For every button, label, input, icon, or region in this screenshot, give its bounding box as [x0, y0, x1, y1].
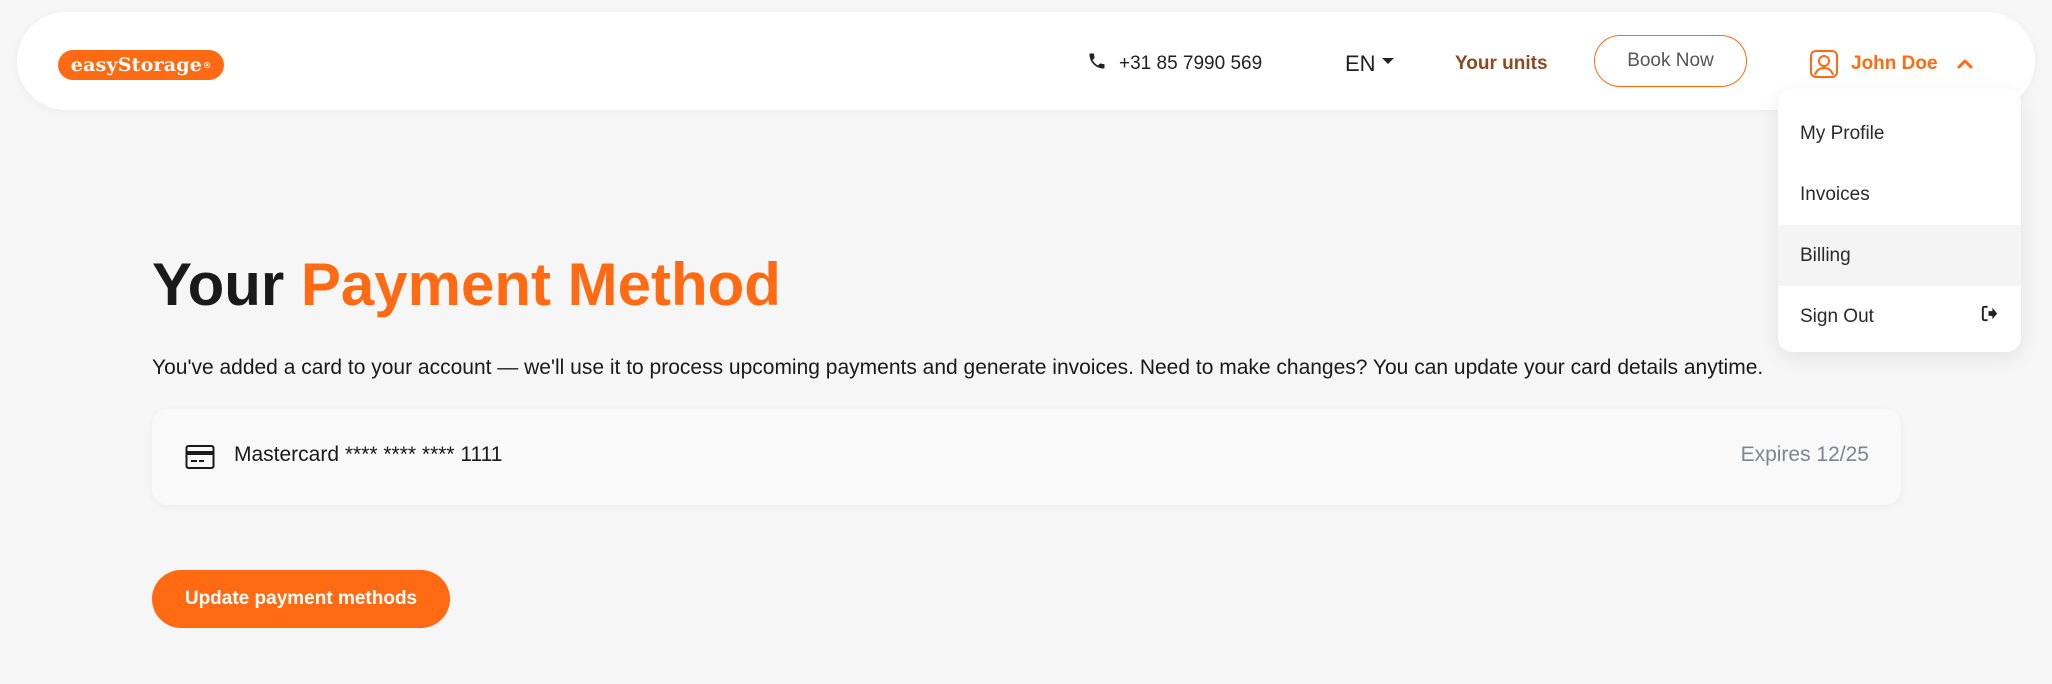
- page-description: You've added a card to your account — we…: [152, 356, 1764, 379]
- menu-item-label: Sign Out: [1800, 305, 1874, 327]
- menu-item-label: Billing: [1800, 244, 1851, 266]
- user-menu-toggle[interactable]: John Doe: [1809, 46, 1974, 82]
- page-title-prefix: Your: [152, 251, 285, 318]
- top-navbar: easyStorage ® +31 85 7990 569 EN Your uni…: [17, 12, 2035, 110]
- language-selector[interactable]: EN: [1345, 50, 1394, 78]
- phone-icon: [1087, 51, 1107, 77]
- credit-card-icon: [185, 444, 215, 470]
- page-title-accent: Payment Method: [300, 251, 781, 318]
- sign-out-icon: [1980, 304, 1999, 329]
- menu-item-invoices[interactable]: Invoices: [1778, 164, 2021, 225]
- menu-item-sign-out[interactable]: Sign Out: [1778, 286, 2021, 347]
- page: easyStorage ® +31 85 7990 569 EN Your uni…: [0, 0, 2052, 684]
- menu-item-my-profile[interactable]: My Profile: [1778, 103, 2021, 164]
- user-avatar-icon: [1809, 49, 1839, 79]
- user-name: John Doe: [1851, 53, 1938, 74]
- book-now-button[interactable]: Book Now: [1594, 35, 1747, 87]
- chevron-up-icon: [1950, 55, 1974, 73]
- user-dropdown-menu: My Profile Invoices Billing Sign Out: [1778, 89, 2021, 352]
- caret-down-icon: [1381, 58, 1394, 64]
- easystorage-logo[interactable]: easyStorage ®: [58, 50, 224, 80]
- menu-item-label: My Profile: [1800, 122, 1885, 144]
- language-label: EN: [1345, 51, 1376, 76]
- phone-link[interactable]: +31 85 7990 569: [1087, 50, 1262, 78]
- card-label: Mastercard **** **** **** 1111: [234, 443, 503, 466]
- card-expiry: Expires 12/25: [1740, 443, 1869, 466]
- logo-registered-mark: ®: [203, 60, 212, 70]
- payment-card-row: Mastercard **** **** **** 1111 Expires 1…: [152, 409, 1901, 505]
- logo-text: easyStorage: [70, 54, 202, 76]
- phone-number: +31 85 7990 569: [1119, 53, 1263, 74]
- your-units-link[interactable]: Your units: [1455, 50, 1548, 78]
- update-payment-methods-button[interactable]: Update payment methods: [152, 570, 450, 628]
- menu-item-billing[interactable]: Billing: [1778, 225, 2021, 286]
- page-title: Your Payment Method: [152, 250, 781, 320]
- menu-item-label: Invoices: [1800, 183, 1870, 205]
